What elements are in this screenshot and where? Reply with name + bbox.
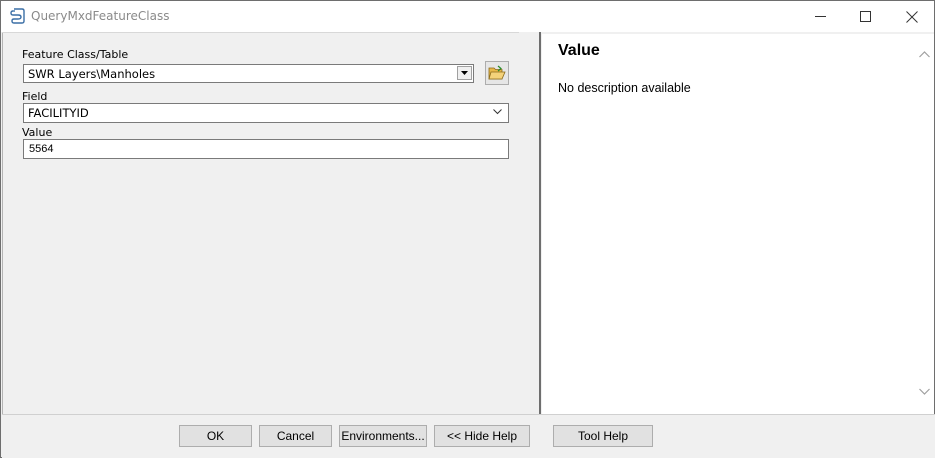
title-bar[interactable]: QueryMxdFeatureClass: [1, 1, 934, 32]
minimize-button[interactable]: [798, 1, 843, 32]
window-title: QueryMxdFeatureClass: [31, 9, 170, 23]
value-input[interactable]: [24, 140, 508, 158]
help-panel: Value No description available: [542, 34, 934, 414]
panel-splitter[interactable]: [519, 32, 541, 414]
feature-class-label: Feature Class/Table: [22, 48, 129, 61]
browse-button[interactable]: [485, 61, 509, 85]
feature-class-combobox[interactable]: SWR Layers\Manholes: [23, 64, 474, 83]
tool-help-button[interactable]: Tool Help: [553, 425, 653, 447]
field-value: FACILITYID: [28, 106, 89, 120]
minimize-icon: [815, 16, 826, 17]
environments-button[interactable]: Environments...: [339, 425, 427, 447]
maximize-button[interactable]: [843, 1, 888, 32]
help-description: No description available: [558, 81, 691, 95]
panel-frame: [2, 33, 5, 415]
chevron-down-icon[interactable]: [493, 109, 502, 115]
button-bar: OK Cancel Environments... << Hide Help T…: [2, 414, 935, 458]
value-label: Value: [22, 126, 53, 139]
caret-down-icon: [461, 71, 468, 75]
help-scrollbar[interactable]: [916, 34, 933, 414]
maximize-icon: [860, 11, 871, 22]
parameters-panel: Feature Class/Table SWR Layers\Manholes …: [2, 32, 533, 415]
close-button[interactable]: [889, 1, 934, 32]
python-script-icon: [10, 8, 26, 25]
scroll-up-icon[interactable]: [919, 51, 930, 58]
open-folder-icon: [488, 65, 506, 80]
scroll-down-icon[interactable]: [919, 388, 930, 395]
tool-dialog-window: QueryMxdFeatureClass Feature Class/Table…: [0, 0, 935, 458]
cancel-button[interactable]: Cancel: [259, 425, 332, 447]
feature-class-value: SWR Layers\Manholes: [28, 67, 156, 81]
field-label: Field: [22, 90, 48, 103]
feature-class-dropdown-button[interactable]: [457, 66, 472, 80]
field-combobox[interactable]: FACILITYID: [23, 103, 509, 123]
close-icon: [905, 10, 918, 23]
hide-help-button[interactable]: << Hide Help: [434, 425, 530, 447]
value-input-box[interactable]: [23, 139, 509, 159]
ok-button[interactable]: OK: [179, 425, 252, 447]
help-title: Value: [558, 42, 600, 59]
splitter-line: [539, 32, 541, 414]
